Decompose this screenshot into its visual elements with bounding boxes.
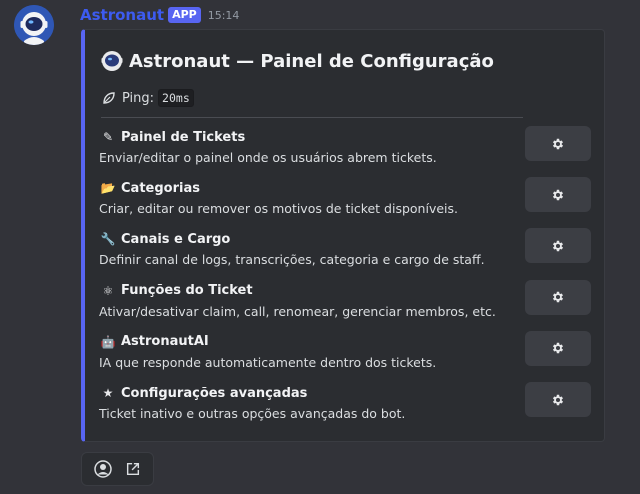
ticket-icon: ✎ [102, 130, 114, 144]
config-item-title-text: Categorias [121, 180, 200, 196]
gear-icon [552, 291, 564, 303]
config-item-title: ★ Configurações avançadas [99, 385, 519, 401]
embed-card: Astronaut — Painel de Configuração Ping:… [81, 29, 605, 442]
embed-title: Astronaut — Painel de Configuração [101, 50, 494, 72]
config-item: 🤖 AstronautAI IA que responde automaticame… [99, 334, 519, 370]
config-item-title-text: Canais e Cargo [121, 231, 231, 247]
config-item-description: Ativar/desativar claim, call, renomear, … [99, 303, 496, 319]
config-item: ⚛ Funções do Ticket Ativar/desativar claim… [99, 283, 519, 319]
timestamp[interactable]: 15:14 [208, 9, 240, 22]
config-item-description: Enviar/editar o painel onde os usuários … [99, 150, 437, 165]
ping-label: Ping: [122, 90, 155, 106]
ping-row: Ping: 20ms [102, 89, 194, 107]
avatar[interactable] [14, 5, 54, 45]
user-app-icon[interactable] [93, 460, 112, 478]
config-item-title: ⚛ Funções do Ticket [99, 283, 519, 299]
config-item-settings-button[interactable] [525, 126, 591, 161]
gear-icon [552, 189, 564, 200]
folder-icon: 📂 [100, 181, 116, 196]
config-item: ★ Configurações avançadas Ticket inativo e… [99, 385, 519, 422]
message-header: Astronaut APP 15:14 [80, 5, 239, 25]
gear-icon [552, 138, 564, 149]
ping-value: 20ms [158, 89, 194, 107]
config-item-title: 🤖 AstronautAI [99, 334, 519, 350]
config-item-settings-button[interactable] [525, 330, 591, 366]
leaf-icon [103, 92, 115, 104]
gear-icon [552, 240, 564, 252]
config-item-title-text: Funções do Ticket [121, 283, 253, 299]
config-item-settings-button[interactable] [525, 177, 591, 213]
external-link-icon[interactable] [124, 460, 142, 478]
atom-icon: ⚛ [102, 283, 114, 298]
config-item-title: 📂 Categorias [99, 180, 519, 196]
config-item-description: Ticket inativo e outras opções avançadas… [99, 406, 406, 421]
divider [101, 117, 523, 118]
config-item-title-text: Painel de Tickets [121, 129, 246, 145]
config-item-description: Criar, editar ou remover os motivos de t… [99, 201, 458, 217]
astronaut-avatar-icon [14, 5, 54, 45]
config-item-description: IA que responde automaticamente dentro d… [99, 354, 437, 370]
config-item: 📂 Categorias Criar, editar ou remover os m… [99, 180, 519, 217]
robot-icon: 🤖 [100, 334, 116, 349]
gear-icon [552, 394, 564, 405]
app-badge: APP [168, 7, 201, 23]
wrench-icon: 🔧 [100, 232, 116, 247]
config-item-description: Definir canal de logs, transcrições, cat… [99, 252, 485, 268]
config-item-title-text: Configurações avançadas [121, 385, 308, 401]
config-item-title: 🔧 Canais e Cargo [99, 231, 519, 247]
username[interactable]: Astronaut [80, 6, 164, 24]
astronaut-icon [101, 51, 123, 71]
bot-message: Astronaut APP 15:14 Astronaut — Painel d… [0, 0, 640, 494]
embed-title-text: Astronaut — Painel de Configuração [129, 50, 494, 72]
config-item-title: ✎ Painel de Tickets [99, 129, 519, 145]
config-item-settings-button[interactable] [525, 279, 591, 315]
config-item: 🔧 Canais e Cargo Definir canal de logs, tr… [99, 231, 519, 268]
config-item-settings-button[interactable] [525, 382, 591, 417]
gear-icon [552, 343, 564, 354]
config-item-title-text: AstronautAI [121, 334, 209, 350]
star-icon: ★ [102, 386, 114, 400]
config-item-settings-button[interactable] [525, 228, 591, 264]
message-footer [81, 452, 154, 486]
config-item: ✎ Painel de Tickets Enviar/editar o painel… [99, 129, 519, 166]
